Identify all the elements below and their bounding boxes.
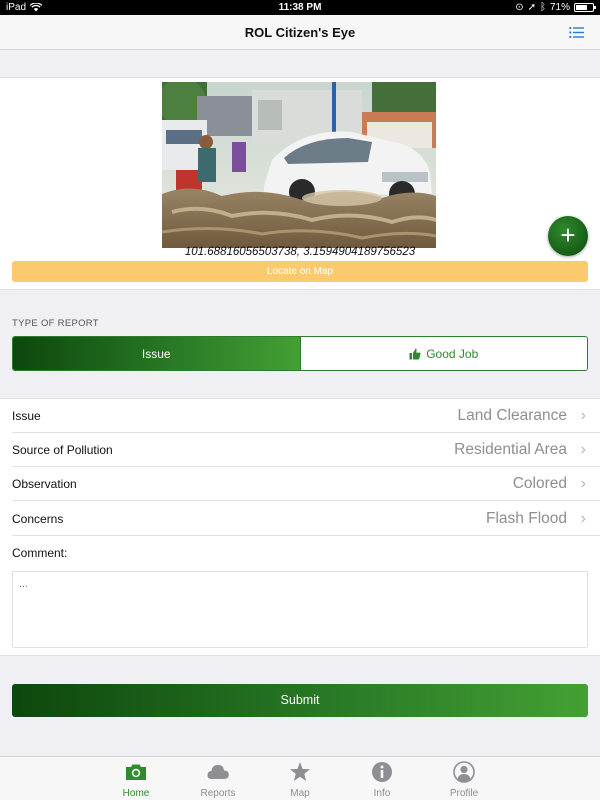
row-label: Concerns: [12, 511, 64, 526]
info-icon: [372, 762, 392, 782]
status-bar: iPad 11:38 PM ⊙ ➚ ᛒ 71%: [0, 0, 600, 15]
tab-label: Profile: [449, 788, 479, 799]
tab-label: Reports: [200, 788, 236, 799]
row-value: Flash Flood: [486, 509, 567, 527]
chevron-right-icon: ›: [580, 440, 586, 458]
form-row-issue[interactable]: Issue Land Clearance ›: [12, 399, 600, 433]
tab-info[interactable]: Info: [341, 757, 423, 800]
profile-icon: [453, 761, 475, 783]
chevron-right-icon: ›: [580, 406, 586, 424]
tab-bar: Home Reports Map Info Profile: [0, 756, 600, 800]
chevron-right-icon: ›: [580, 509, 586, 527]
row-label: Source of Pollution: [12, 442, 113, 457]
form-row-concerns[interactable]: Concerns Flash Flood ›: [12, 502, 600, 536]
status-time: 11:38 PM: [278, 2, 322, 13]
device-label: iPad: [6, 2, 27, 13]
form-row-source-of-pollution[interactable]: Source of Pollution Residential Area ›: [12, 433, 600, 467]
page-title: ROL Citizen's Eye: [244, 24, 356, 40]
row-value: Colored: [512, 474, 567, 492]
gps-coordinates: 101.68816056503738, 3.1594904189756523: [184, 246, 416, 258]
nav-bar: ROL Citizen's Eye: [0, 15, 600, 50]
report-form: Issue Land Clearance › Source of Polluti…: [0, 398, 600, 656]
lock-rotation-icon: ⊙: [515, 2, 524, 13]
submit-button[interactable]: Submit: [12, 684, 588, 717]
segment-good-job-label: Good Job: [426, 346, 479, 361]
list-menu-icon[interactable]: [569, 26, 584, 39]
bluetooth-icon: ᛒ: [539, 2, 546, 13]
report-photo[interactable]: [162, 82, 436, 248]
battery-icon: [574, 3, 596, 12]
row-label: Observation: [12, 476, 77, 491]
add-photo-button[interactable]: +: [548, 216, 588, 256]
star-icon: [290, 762, 310, 781]
battery-percent: 71%: [549, 2, 570, 13]
type-of-report-label: TYPE OF REPORT: [12, 318, 99, 329]
tab-map[interactable]: Map: [259, 757, 341, 800]
segment-issue[interactable]: Issue: [13, 337, 300, 370]
row-value: Land Clearance: [457, 406, 567, 424]
tab-home[interactable]: Home: [95, 757, 177, 800]
form-row-observation[interactable]: Observation Colored ›: [12, 467, 600, 501]
thumbs-up-icon: [409, 348, 421, 359]
tab-reports[interactable]: Reports: [177, 757, 259, 800]
photo-section: 101.68816056503738, 3.1594904189756523 +…: [0, 77, 600, 290]
chevron-right-icon: ›: [580, 474, 586, 492]
row-label: Issue: [12, 408, 41, 423]
row-value: Residential Area: [454, 440, 567, 458]
comment-input[interactable]: [12, 571, 588, 648]
locate-on-map-button[interactable]: Locate on Map: [12, 261, 588, 282]
plus-icon: +: [560, 220, 576, 250]
tab-label: Info: [373, 788, 391, 799]
cloud-icon: [207, 765, 229, 779]
comment-label: Comment:: [12, 546, 68, 560]
location-icon: ➚: [527, 2, 536, 13]
camera-icon: [126, 764, 146, 780]
tab-label: Home: [122, 788, 150, 799]
segment-issue-label: Issue: [141, 346, 171, 361]
wifi-icon: [30, 3, 43, 12]
tab-label: Map: [290, 788, 310, 799]
report-type-segmented-control: Issue Good Job: [12, 336, 588, 371]
segment-good-job[interactable]: Good Job: [299, 337, 588, 370]
tab-profile[interactable]: Profile: [423, 757, 505, 800]
